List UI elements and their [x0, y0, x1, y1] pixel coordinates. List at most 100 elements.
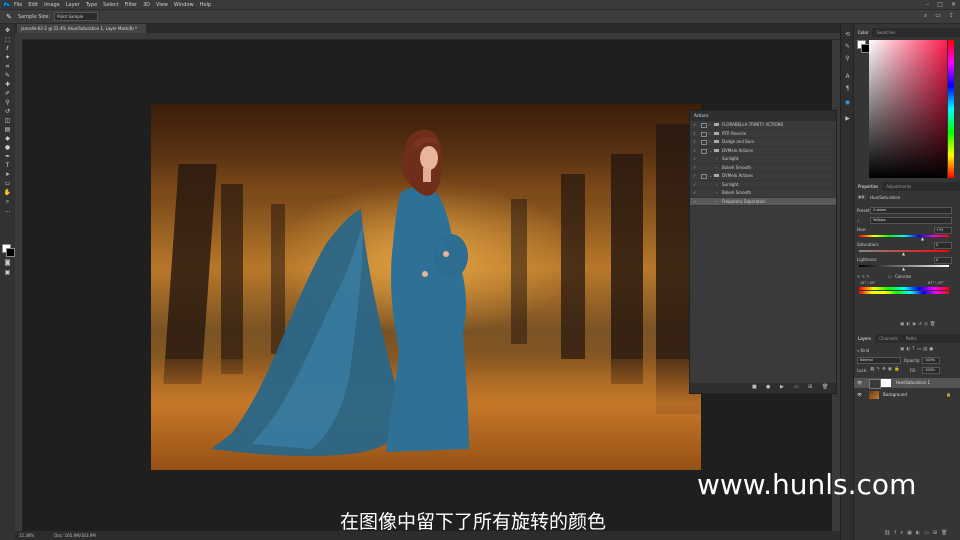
shape-tool-icon[interactable]: ▭: [3, 181, 12, 187]
layer-row[interactable]: 👁 Hue/Saturation 1: [854, 378, 960, 389]
action-row[interactable]: ✓ › Sunlight: [690, 181, 836, 189]
actions-play-icon[interactable]: ▶: [844, 116, 851, 122]
menu-file[interactable]: File: [14, 2, 22, 8]
layer-kind-filter[interactable]: ⌕ Kind: [857, 348, 869, 353]
action-row[interactable]: ✓ ⌄ DVMelo Actions: [690, 147, 836, 155]
hue-slider-thumb[interactable]: ▲: [921, 236, 924, 241]
record-icon[interactable]: ●: [766, 384, 770, 390]
hue-slider-track[interactable]: [859, 235, 949, 237]
tab-properties[interactable]: Properties: [854, 182, 883, 191]
targeted-adjust-icon[interactable]: ☝: [857, 218, 859, 223]
action-row[interactable]: ✓ › Sunlight: [690, 155, 836, 164]
eyedropper-icons[interactable]: ✎ ✎ ✎: [857, 274, 870, 279]
menu-edit[interactable]: Edit: [28, 2, 38, 8]
quick-mask-icon[interactable]: ◙: [3, 260, 12, 266]
eyedropper-tool-icon[interactable]: ✎: [3, 73, 12, 79]
zoom-level[interactable]: 22.38%: [19, 533, 34, 538]
quick-select-tool-icon[interactable]: ✦: [3, 55, 12, 61]
layer-filter-icons[interactable]: ▣◐T▭▤●: [900, 347, 935, 352]
share-icon[interactable]: ⇪: [949, 12, 954, 20]
move-tool-icon[interactable]: ✥: [3, 28, 12, 34]
brush-settings-icon[interactable]: ✎: [844, 44, 851, 50]
visibility-eye-icon[interactable]: 👁: [857, 390, 862, 400]
action-row[interactable]: ✓ › Dodge and Burn: [690, 138, 836, 147]
play-icon[interactable]: ▶: [780, 384, 784, 390]
action-row[interactable]: ✓ ⌄ DVMelo Actions: [690, 172, 836, 181]
brush-tool-icon[interactable]: ✐: [3, 91, 12, 97]
dodge-tool-icon[interactable]: ●: [3, 145, 12, 151]
opacity-value[interactable]: 100%: [922, 357, 940, 364]
search-icon[interactable]: ⌕: [924, 12, 927, 20]
tab-swatches[interactable]: Swatches: [872, 28, 899, 37]
preset-select[interactable]: Custom: [870, 207, 952, 214]
menu-layer[interactable]: Layer: [66, 2, 80, 8]
properties-footer-icons[interactable]: ▣◐◉↺◎🗑: [900, 322, 938, 327]
action-row[interactable]: ✓ › Bokeh Smooth: [690, 164, 836, 172]
character-icon[interactable]: A: [844, 74, 851, 80]
lasso-tool-icon[interactable]: ℓ: [3, 46, 12, 52]
action-row[interactable]: ✓ › RTR Reverie: [690, 130, 836, 138]
type-tool-icon[interactable]: T: [3, 163, 12, 169]
layers-footer-icons[interactable]: ⛓fx▣◐▭⊞🗑: [884, 530, 951, 536]
document-tab[interactable]: jancelle-62-2 @ 22.4% (Hue/Saturation 1,…: [17, 24, 146, 33]
stamp-tool-icon[interactable]: ⚲: [3, 100, 12, 106]
saturation-slider-thumb[interactable]: ▲: [902, 251, 905, 256]
lock-icons[interactable]: ▦✎✥▣🔒: [870, 367, 902, 372]
blend-mode-select[interactable]: Normal: [857, 357, 901, 364]
menu-select[interactable]: Select: [103, 2, 118, 8]
eyedropper-tool-icon[interactable]: ✎: [6, 13, 12, 21]
eraser-tool-icon[interactable]: ◫: [3, 118, 12, 124]
new-action-icon[interactable]: ⊞: [808, 384, 812, 390]
sample-size-select[interactable]: Point Sample: [54, 12, 99, 21]
tab-color[interactable]: Color: [854, 28, 873, 37]
clone-source-icon[interactable]: ⚲: [844, 56, 851, 62]
maximize-icon[interactable]: □: [937, 1, 943, 8]
menu-filter[interactable]: Filter: [125, 2, 137, 8]
document-image[interactable]: [151, 104, 701, 470]
channel-select[interactable]: Yellows: [870, 217, 952, 224]
action-row[interactable]: ✓ › FLORABELLA TRINITY ACTIONS: [690, 121, 836, 130]
history-icon[interactable]: ⟲: [844, 32, 851, 38]
menu-window[interactable]: Window: [174, 2, 194, 8]
color-field[interactable]: [869, 40, 947, 178]
background-color-swatch[interactable]: [6, 248, 15, 257]
more-tools-icon[interactable]: …: [3, 208, 12, 214]
layer-mask-thumb[interactable]: [881, 379, 891, 387]
tab-paths[interactable]: Paths: [902, 334, 921, 343]
fill-value[interactable]: 100%: [922, 367, 940, 374]
new-set-icon[interactable]: ▭: [794, 384, 799, 390]
gradient-tool-icon[interactable]: ▤: [3, 127, 12, 133]
layer-row[interactable]: 👁 Background 🔒: [854, 390, 960, 400]
menu-help[interactable]: Help: [200, 2, 211, 8]
pen-tool-icon[interactable]: ✒: [3, 154, 12, 160]
hue-slider[interactable]: [948, 40, 954, 178]
action-row[interactable]: ✓ › Frequency Separation: [690, 197, 836, 206]
paragraph-icon[interactable]: ¶: [844, 86, 851, 92]
lightness-slider-thumb[interactable]: ▲: [902, 266, 905, 271]
tab-layers[interactable]: Layers: [854, 334, 876, 343]
tab-channels[interactable]: Channels: [875, 334, 902, 343]
screen-mode-icon[interactable]: ▣: [3, 270, 12, 276]
minimize-icon[interactable]: –: [926, 1, 929, 8]
visibility-eye-icon[interactable]: 👁: [857, 378, 862, 388]
path-select-tool-icon[interactable]: ➤: [3, 172, 12, 178]
hue-value[interactable]: +33: [934, 227, 952, 234]
saturation-value[interactable]: 0: [934, 242, 952, 249]
color-lookup-icon[interactable]: ◉: [844, 100, 851, 106]
menu-view[interactable]: View: [156, 2, 168, 8]
tab-adjustments[interactable]: Adjustments: [882, 182, 915, 191]
action-row[interactable]: ✓ › Bokeh Smooth: [690, 189, 836, 198]
close-icon[interactable]: ✕: [951, 1, 956, 8]
zoom-tool-icon[interactable]: ⌕: [3, 199, 12, 205]
menu-type[interactable]: Type: [86, 2, 97, 8]
marquee-tool-icon[interactable]: ⬚: [3, 37, 12, 43]
history-brush-tool-icon[interactable]: ↺: [3, 109, 12, 115]
menu-image[interactable]: Image: [44, 2, 60, 8]
colorize-checkbox[interactable]: ☐: [888, 274, 892, 279]
blur-tool-icon[interactable]: ◆: [3, 136, 12, 142]
crop-tool-icon[interactable]: ⌗: [3, 64, 12, 70]
healing-tool-icon[interactable]: ✚: [3, 82, 12, 88]
lightness-value[interactable]: 0: [934, 257, 952, 264]
workspace-icon[interactable]: ▭: [935, 12, 941, 20]
menu-3d[interactable]: 3D: [143, 2, 150, 8]
